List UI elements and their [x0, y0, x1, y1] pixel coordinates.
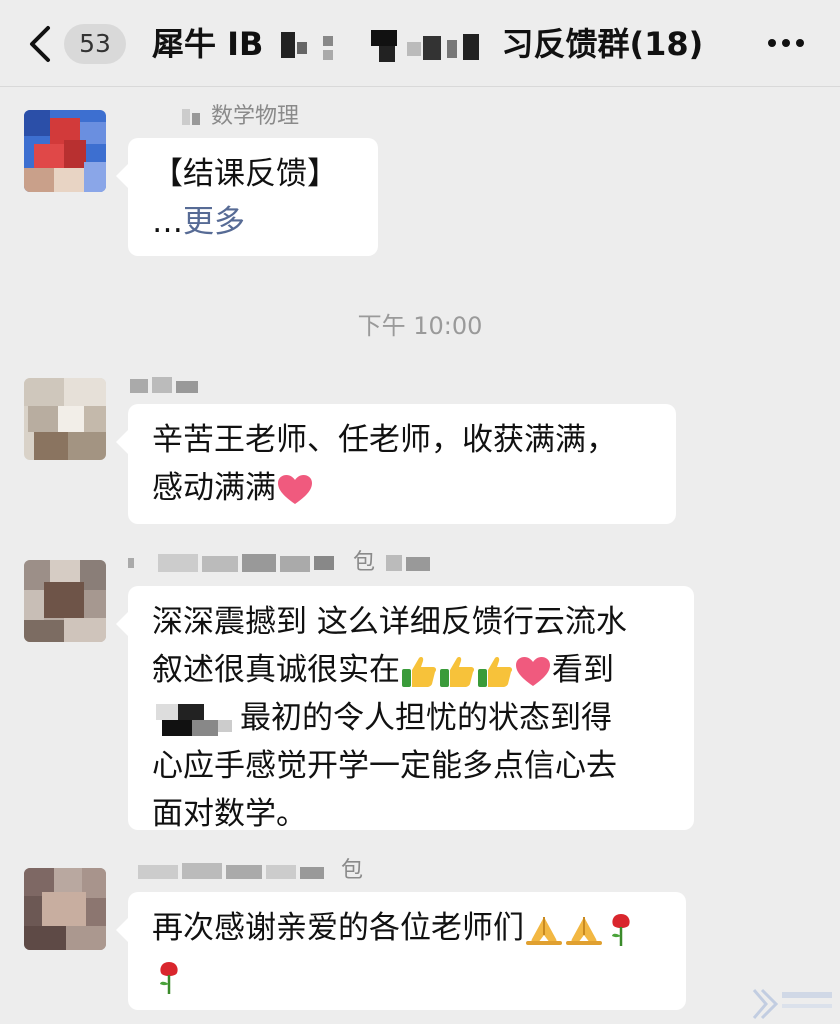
- heart-emoji-icon: [516, 656, 550, 686]
- chat-title: 犀牛 IB 习反馈群(18): [152, 22, 703, 66]
- sender-name: 数学物理: [180, 102, 299, 132]
- message-line: 叙述很真诚很实在 看到: [152, 646, 670, 694]
- unread-count-badge[interactable]: 53: [64, 24, 126, 64]
- avatar[interactable]: [24, 110, 106, 192]
- message-bubble[interactable]: 再次感谢亲爱的各位老师们: [116, 892, 686, 1010]
- sender-name: 包: [128, 548, 438, 578]
- heart-emoji-icon: [278, 474, 312, 504]
- message-line: 再次感谢亲爱的各位老师们: [152, 904, 662, 952]
- message-line: 感动满满: [152, 464, 652, 512]
- sender-name-text: 数学物理: [211, 104, 300, 129]
- redaction-mosaic: [156, 703, 232, 736]
- message-bubble[interactable]: 深深震撼到 这么详细反馈行云流水 叙述很真诚很实在 看到 最初的令人担忧的状态到得…: [116, 586, 694, 832]
- message-line: [152, 952, 662, 1000]
- message-text: 再次感谢亲爱的各位老师们: [152, 910, 524, 946]
- avatar[interactable]: [24, 560, 106, 642]
- avatar[interactable]: [24, 868, 106, 950]
- message-line: 心应手感觉开学一定能多点信心去: [152, 748, 617, 784]
- chat-title-end: 习反馈群(18): [501, 25, 704, 63]
- watermark-logo: [752, 988, 832, 1020]
- sender-redaction-mosaic: [128, 554, 334, 572]
- message-line: 辛苦王老师、任老师，收获满满，: [152, 422, 617, 458]
- avatar[interactable]: [24, 378, 106, 460]
- message-bubble[interactable]: 【结课反馈】 …更多: [116, 138, 378, 256]
- message-line: 最初的令人担忧的状态到得: [152, 694, 670, 742]
- rose-emoji-icon: [612, 913, 630, 946]
- sender-name-text: 包: [341, 858, 364, 883]
- thumbs-up-emoji-icon: [402, 656, 437, 687]
- ellipsis-icon[interactable]: [764, 28, 808, 58]
- message-line: 面对数学。: [152, 796, 307, 832]
- sender-name: 包: [128, 856, 363, 886]
- sender-redaction-mosaic: [386, 555, 431, 571]
- message-bubble[interactable]: 辛苦王老师、任老师，收获满满， 感动满满: [116, 404, 676, 524]
- sender-redaction-mosaic: [182, 109, 200, 125]
- message-text: 最初的令人担忧的状态到得: [240, 700, 612, 736]
- folded-hands-emoji-icon: [526, 916, 562, 945]
- thumbs-up-emoji-icon: [440, 656, 475, 687]
- title-redaction-mosaic: [281, 30, 480, 62]
- chat-title-start: 犀牛 IB: [152, 25, 264, 63]
- sender-name: [128, 370, 208, 400]
- message-line: 【结课反馈】: [152, 156, 338, 192]
- rose-emoji-icon: [160, 961, 178, 994]
- sender-redaction-mosaic: [130, 377, 198, 393]
- message-text: 感动满满: [152, 470, 276, 506]
- more-link[interactable]: 更多: [183, 204, 245, 240]
- message-timestamp: 下午 10:00: [357, 312, 483, 340]
- message-text: 叙述很真诚很实在: [152, 652, 400, 688]
- chat-header: 53 犀牛 IB 习反馈群(18): [0, 0, 840, 87]
- folded-hands-emoji-icon: [566, 916, 602, 945]
- message-text: 看到: [552, 652, 614, 688]
- chevron-left-icon[interactable]: [24, 22, 60, 66]
- thumbs-up-emoji-icon: [478, 656, 513, 687]
- message-line: 深深震撼到 这么详细反馈行云流水: [152, 604, 627, 640]
- sender-name-text: 包: [353, 550, 376, 575]
- ellipsis-text: …: [152, 204, 183, 240]
- message-line: …更多: [152, 198, 354, 246]
- sender-redaction-mosaic: [138, 863, 324, 879]
